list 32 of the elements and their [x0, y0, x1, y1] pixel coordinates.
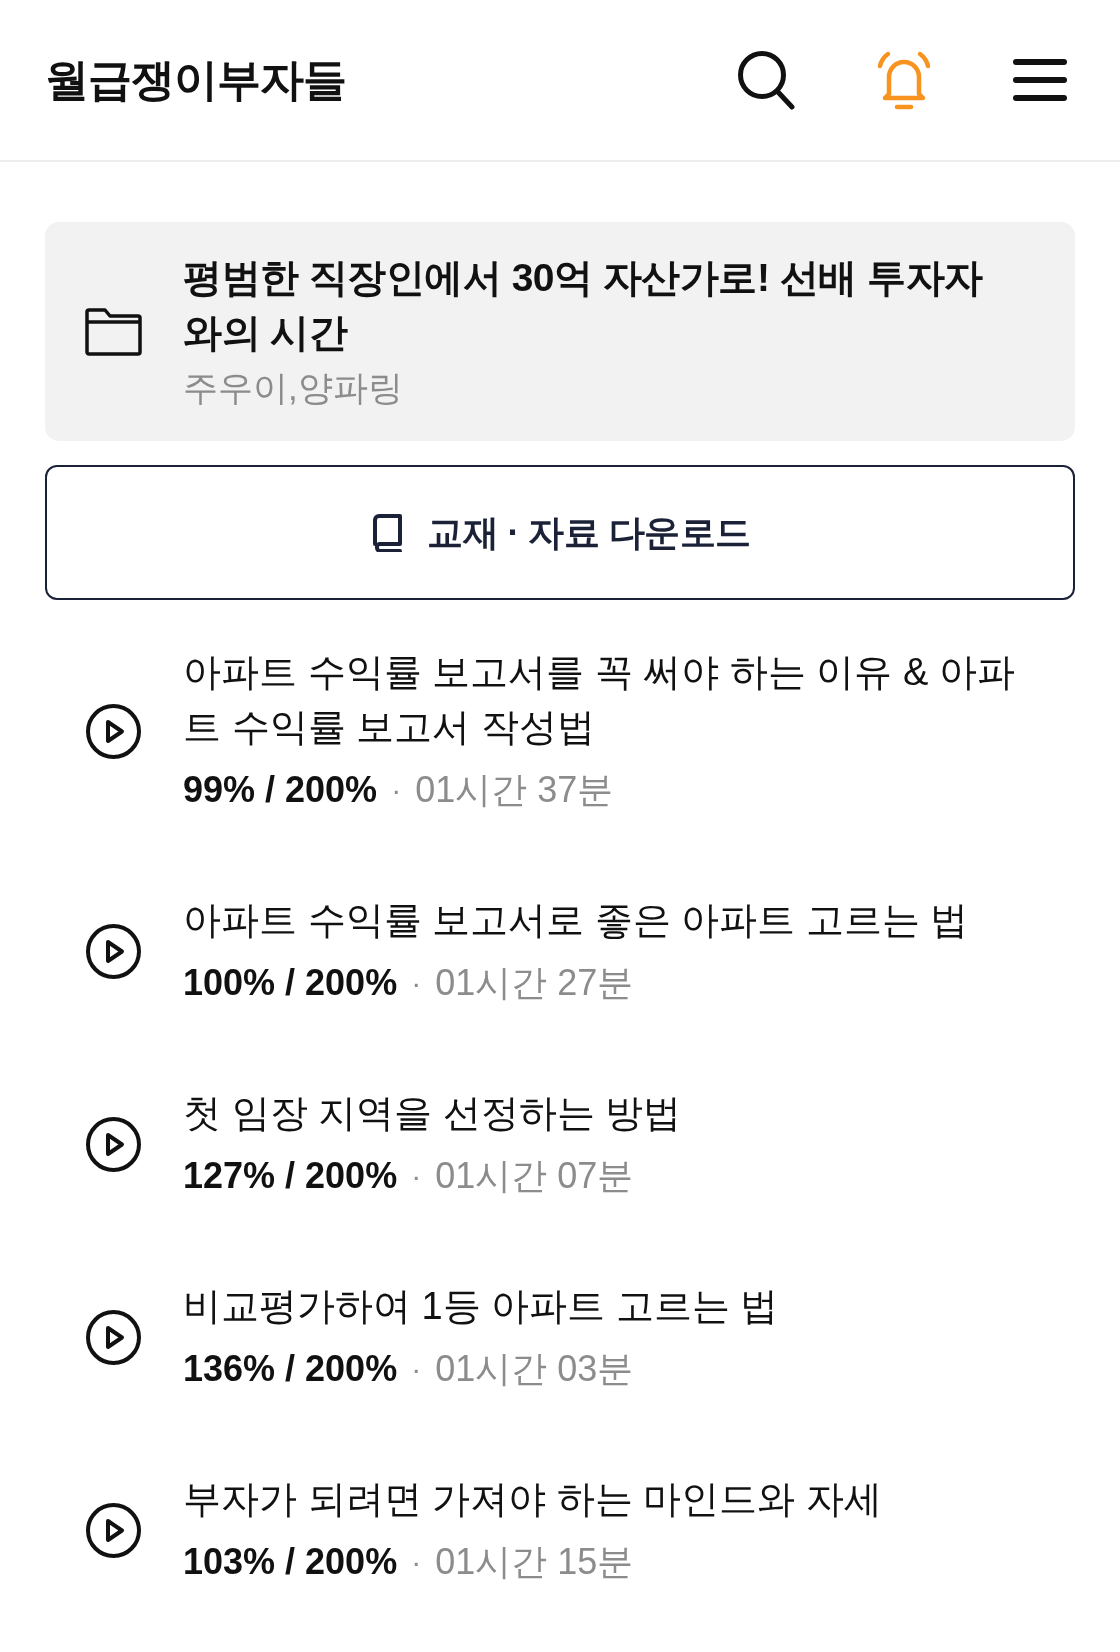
progress-text: 136% / 200% — [183, 1347, 398, 1391]
progress-text: 103% / 200% — [183, 1540, 398, 1584]
play-icon[interactable] — [85, 1502, 142, 1559]
separator: · — [411, 1158, 422, 1194]
lesson-title[interactable]: 아파트 수익률 보고서로 좋은 아파트 고르는 법 — [183, 893, 969, 948]
lesson-title[interactable]: 부자가 되려면 가져야 하는 마인드와 자세 — [183, 1472, 882, 1527]
separator: · — [391, 772, 402, 808]
lesson-title[interactable]: 첫 임장 지역을 선정하는 방법 — [183, 1086, 682, 1141]
duration-text: 01시간 27분 — [435, 961, 634, 1005]
duration-text: 01시간 15분 — [435, 1540, 634, 1584]
duration-text: 01시간 07분 — [435, 1154, 634, 1198]
progress-text: 127% / 200% — [183, 1154, 398, 1198]
progress-text: 100% / 200% — [183, 961, 398, 1005]
app-logo[interactable]: 월급쟁이부자들 — [45, 58, 346, 102]
play-icon[interactable] — [85, 1116, 142, 1173]
lesson-title[interactable]: 비교평가하여 1등 아파트 고르는 법 — [183, 1279, 779, 1334]
duration-text: 01시간 37분 — [415, 768, 614, 812]
separator: · — [411, 965, 422, 1001]
folder-icon — [85, 307, 142, 356]
menu-icon[interactable] — [1013, 58, 1067, 102]
search-icon[interactable] — [737, 50, 795, 110]
play-icon[interactable] — [85, 702, 142, 760]
duration-text: 01시간 03분 — [435, 1347, 634, 1391]
progress-text: 99% / 200% — [183, 768, 378, 812]
separator: · — [411, 1544, 422, 1580]
play-icon[interactable] — [85, 1309, 142, 1366]
instructor-names: 주우이,양파링 — [183, 366, 404, 409]
course-title: 평범한 직장인에서 30억 자산가로! 선배 투자자와의 시간 — [183, 254, 984, 356]
download-button[interactable]: 교재 · 자료 다운로드 — [45, 465, 1075, 600]
separator: · — [411, 1351, 422, 1387]
lesson-title[interactable]: 아파트 수익률 보고서를 꼭 써야 하는 이유 & 아파트 수익률 보고서 작성법 — [183, 645, 1045, 755]
play-icon[interactable] — [85, 923, 142, 980]
